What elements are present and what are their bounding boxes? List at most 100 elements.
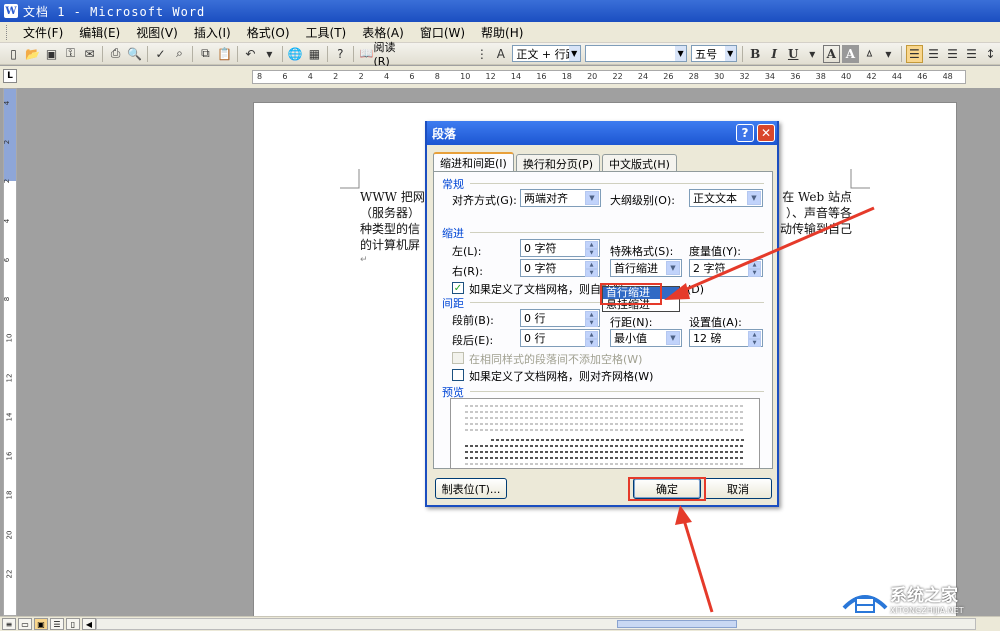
vertical-ruler[interactable]: 4 2 2 4 6 8 10 12 14 16 18 20 22	[3, 88, 17, 616]
print-preview-icon[interactable]: 🔍	[126, 45, 143, 63]
print-view-icon[interactable]: ▣	[34, 618, 48, 630]
close-button[interactable]: ✕	[757, 124, 775, 142]
reading-view-icon[interactable]: ▯	[66, 618, 80, 630]
page-corner-mark	[850, 169, 870, 189]
horizontal-ruler[interactable]: 8 6 4 2 2 4 6 8 10 12 14 16 18 20 22 24 26 28 30 32 34 36 38 40…	[252, 70, 966, 84]
menubar-grip[interactable]	[6, 24, 9, 40]
auto-adjust-indent-checkbox[interactable]: ✓	[452, 282, 464, 294]
spin-up-icon[interactable]: ▲	[748, 331, 761, 339]
bold-button[interactable]: B	[747, 45, 764, 63]
permission-icon[interactable]: ⚿	[62, 45, 79, 63]
font-combo[interactable]: ▼	[584, 45, 688, 62]
style-combo[interactable]: 正文 + 行距 ▼	[512, 45, 581, 62]
by-spinner[interactable]: 2 字符 ▲ ▼	[689, 259, 763, 277]
alignment-label: 对齐方式(G):	[452, 194, 517, 207]
italic-button[interactable]: I	[766, 45, 783, 63]
tab-line-page-breaks[interactable]: 换行和分页(P)	[515, 154, 601, 172]
spin-up-icon[interactable]: ▲	[585, 311, 598, 319]
undo-dropdown-icon[interactable]: ▾	[261, 45, 278, 63]
help-button[interactable]: ?	[736, 124, 754, 142]
underline-dropdown-icon[interactable]: ▾	[804, 45, 821, 63]
cancel-button[interactable]: 取消	[704, 478, 772, 499]
spinner-buttons[interactable]: ▲ ▼	[585, 311, 598, 327]
toolbar-options-icon[interactable]: ⋮	[473, 45, 490, 63]
font-size-combo[interactable]: 五号 ▼	[691, 45, 737, 62]
scrollbar-thumb[interactable]	[617, 620, 737, 628]
menu-file[interactable]: 文件(F)	[15, 24, 71, 41]
spinner-buttons[interactable]: ▲ ▼	[585, 241, 598, 257]
distributed-icon[interactable]: ☰	[963, 45, 980, 63]
menu-view[interactable]: 视图(V)	[128, 24, 186, 41]
open-folder-icon[interactable]: 📂	[24, 45, 41, 63]
space-after-spinner[interactable]: 0 行 ▲ ▼	[520, 329, 600, 347]
line-spacing-icon[interactable]: ↕	[982, 45, 999, 63]
spin-down-icon[interactable]: ▼	[585, 339, 598, 347]
web-view-icon[interactable]: ▭	[18, 618, 32, 630]
menu-window[interactable]: 窗口(W)	[412, 24, 473, 41]
align-center-icon[interactable]: ☰	[925, 45, 942, 63]
underline-button[interactable]: U	[785, 45, 802, 63]
spin-down-icon[interactable]: ▼	[748, 339, 761, 347]
tabs-button[interactable]: 制表位(T)...	[435, 478, 507, 499]
spin-up-icon[interactable]: ▲	[748, 261, 761, 269]
left-indent-value: 0 字符	[524, 242, 557, 255]
menu-help[interactable]: 帮助(H)	[473, 24, 531, 41]
outline-level-select[interactable]: 正文文本 ▼	[689, 189, 763, 207]
print-icon[interactable]: ⎙	[107, 45, 124, 63]
styles-icon[interactable]: A	[492, 45, 509, 63]
menu-insert[interactable]: 插入(I)	[186, 24, 239, 41]
undo-icon[interactable]: ↶	[242, 45, 259, 63]
spelling-icon[interactable]: ✓	[152, 45, 169, 63]
watermark-logo-icon	[842, 595, 888, 613]
spinner-buttons[interactable]: ▲ ▼	[585, 331, 598, 347]
spin-up-icon[interactable]: ▲	[585, 241, 598, 249]
menu-table[interactable]: 表格(A)	[354, 24, 412, 41]
right-indent-spinner[interactable]: 0 字符 ▲ ▼	[520, 259, 600, 277]
help-icon[interactable]: ?	[332, 45, 349, 63]
left-indent-label: 左(L):	[452, 245, 482, 258]
research-icon[interactable]: ⌕	[171, 45, 188, 63]
table-icon[interactable]: ▦	[306, 45, 323, 63]
dialog-title-bar[interactable]: 段落	[427, 121, 777, 145]
menu-edit[interactable]: 编辑(E)	[71, 24, 128, 41]
justify-icon[interactable]: ☰	[905, 44, 923, 63]
line-spacing-select[interactable]: 最小值 ▼	[610, 329, 682, 347]
tab-asian-typography[interactable]: 中文版式(H)	[602, 154, 677, 172]
char-shading-button[interactable]: A	[841, 44, 859, 63]
read-mode-button[interactable]: 📖 阅读(R)	[357, 39, 412, 68]
tab-indents-spacing[interactable]: 缩进和间距(I)	[433, 152, 514, 172]
normal-view-icon[interactable]: ≡	[2, 618, 16, 630]
spin-up-icon[interactable]: ▲	[585, 261, 598, 269]
menu-format[interactable]: 格式(O)	[239, 24, 298, 41]
copy-icon[interactable]: ⧉	[197, 45, 214, 63]
email-icon[interactable]: ✉	[81, 45, 98, 63]
save-icon[interactable]: ▣	[43, 45, 60, 63]
left-indent-spinner[interactable]: 0 字符 ▲ ▼	[520, 239, 600, 257]
spin-up-icon[interactable]: ▲	[585, 331, 598, 339]
snap-to-grid-checkbox[interactable]	[452, 369, 464, 381]
at-spinner[interactable]: 12 磅 ▲ ▼	[689, 329, 763, 347]
text-effects-icon[interactable]: ㅿ	[861, 45, 878, 63]
spin-down-icon[interactable]: ▼	[585, 249, 598, 257]
scroll-left-icon[interactable]: ◀	[82, 618, 96, 630]
menu-tools[interactable]: 工具(T)	[298, 24, 355, 41]
char-border-button[interactable]: A	[822, 44, 840, 63]
spin-down-icon[interactable]: ▼	[585, 269, 598, 277]
alignment-select[interactable]: 两端对齐 ▼	[520, 189, 601, 207]
special-indent-select[interactable]: 首行缩进 ▼	[610, 259, 682, 277]
no-space-same-style-checkbox[interactable]	[452, 352, 464, 364]
paste-icon[interactable]: 📋	[216, 45, 233, 63]
spinner-buttons[interactable]: ▲ ▼	[748, 331, 761, 347]
spin-down-icon[interactable]: ▼	[748, 269, 761, 277]
horizontal-scrollbar[interactable]	[96, 618, 976, 630]
tab-selector[interactable]: L	[3, 69, 17, 83]
hyperlink-icon[interactable]: 🌐	[287, 45, 304, 63]
effects-dropdown-icon[interactable]: ▾	[880, 45, 897, 63]
spinner-buttons[interactable]: ▲ ▼	[585, 261, 598, 277]
outline-view-icon[interactable]: ☰	[50, 618, 64, 630]
spin-down-icon[interactable]: ▼	[585, 319, 598, 327]
new-document-icon[interactable]: ▯	[5, 45, 22, 63]
align-right-icon[interactable]: ☰	[944, 45, 961, 63]
space-before-spinner[interactable]: 0 行 ▲ ▼	[520, 309, 600, 327]
spinner-buttons[interactable]: ▲ ▼	[748, 261, 761, 277]
